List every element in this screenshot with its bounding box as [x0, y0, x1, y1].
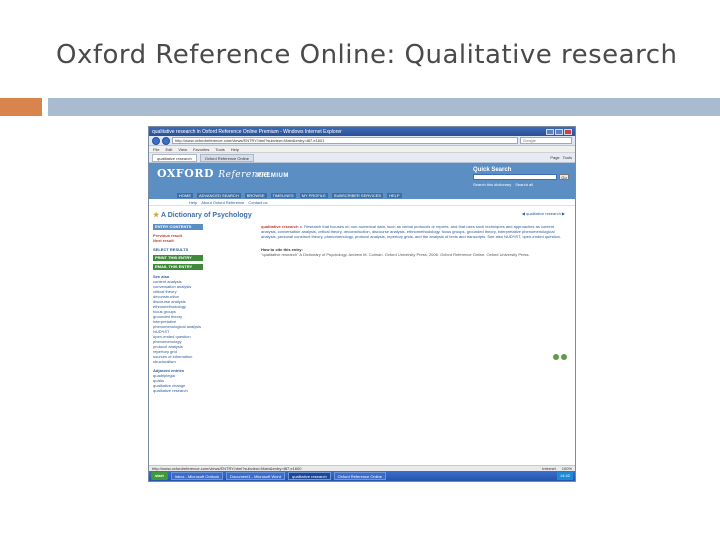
cite-body: "qualitative research" A Dictionary of P…: [261, 252, 530, 257]
entry-main: qualitative research n. Research that fo…: [261, 224, 561, 257]
tab-bar: qualitative research Oxford Reference On…: [149, 153, 575, 163]
edition-label: PREMIUM: [257, 173, 289, 179]
nav-advanced-search[interactable]: ADVANCED SEARCH: [197, 193, 241, 198]
system-clock: 14:42: [556, 472, 573, 480]
subnav-about[interactable]: About Oxford Reference: [201, 200, 244, 205]
address-bar: http://www.oxfordreference.com/views/ENT…: [149, 136, 575, 146]
taskbar-item[interactable]: Oxford Reference Online: [333, 472, 386, 480]
book-title-text: A Dictionary of Psychology: [160, 212, 252, 219]
search-option-dictionary[interactable]: Search this dictionary: [473, 182, 511, 187]
nav-home[interactable]: HOME: [177, 193, 193, 198]
slide-title: Oxford Reference Online: Qualitative res…: [56, 40, 678, 70]
menu-file[interactable]: File: [153, 147, 159, 152]
print-entry-button[interactable]: PRINT THIS ENTRY: [153, 255, 203, 261]
menu-edit[interactable]: Edit: [165, 147, 172, 152]
start-button[interactable]: start: [151, 472, 168, 480]
taskbar-item[interactable]: Inbox - Microsoft Outlook: [170, 472, 224, 480]
menu-favorites[interactable]: Favorites: [193, 147, 209, 152]
next-result-link[interactable]: Next result: [153, 238, 203, 243]
url-field[interactable]: http://www.oxfordreference.com/views/ENT…: [172, 137, 518, 144]
window-titlebar: qualitative research in Oxford Reference…: [149, 127, 575, 136]
tools-menu[interactable]: Tools: [563, 155, 572, 160]
menu-help[interactable]: Help: [231, 147, 239, 152]
search-option-all[interactable]: Search all: [515, 182, 533, 187]
entry-nav-label: qualitative research: [526, 211, 561, 216]
quick-search-input[interactable]: [473, 174, 557, 180]
nav-my-profile[interactable]: MY PROFILE: [299, 193, 328, 198]
forward-button[interactable]: [162, 136, 170, 145]
subnav-contact[interactable]: Contact us: [248, 200, 267, 205]
left-sidebar: ENTRY CONTENTS Previous result Next resu…: [153, 224, 203, 393]
accent-bar-orange: [0, 98, 42, 116]
subnav-help[interactable]: Help: [189, 200, 197, 205]
menu-tools[interactable]: Tools: [215, 147, 224, 152]
accent-bar-blue: [48, 98, 720, 116]
quick-search-label: Quick Search: [473, 167, 512, 173]
command-bar: Page Tools: [550, 155, 572, 160]
book-title: ★ A Dictionary of Psychology: [153, 211, 252, 219]
next-page-icon[interactable]: [561, 354, 567, 360]
entry-navigation[interactable]: ◀ qualitative research ▶: [522, 211, 565, 216]
star-icon: ★: [153, 212, 160, 219]
taskbar: start Inbox - Microsoft Outlook Document…: [149, 471, 575, 481]
nav-help[interactable]: HELP: [387, 193, 402, 198]
taskbar-item[interactable]: Document1 - Microsoft Word: [226, 472, 285, 480]
select-results-heading[interactable]: SELECT RESULTS: [153, 247, 203, 252]
adjacent-entries-list: quadriplegia qualia qualitative change q…: [153, 373, 203, 393]
browser-search-input[interactable]: Google: [520, 137, 572, 144]
close-button[interactable]: [564, 128, 572, 135]
oxford-logo[interactable]: OXFORD Reference: [157, 167, 269, 180]
menu-bar: File Edit View Favorites Tools Help: [149, 146, 575, 153]
site-nav: HOME ADVANCED SEARCH BROWSE TIMELINES MY…: [177, 193, 402, 198]
entry-contents-button[interactable]: ENTRY CONTENTS: [153, 224, 203, 230]
window-title: qualitative research in Oxford Reference…: [152, 128, 342, 135]
prev-page-icon[interactable]: [553, 354, 559, 360]
page-content: ★ A Dictionary of Psychology ◀ qualitati…: [149, 206, 575, 446]
nav-subscriber-services[interactable]: SUBSCRIBER SERVICES: [331, 193, 384, 198]
prev-arrow-icon[interactable]: ◀: [522, 211, 525, 216]
browser-screenshot: qualitative research in Oxford Reference…: [148, 126, 576, 482]
next-arrow-icon[interactable]: ▶: [562, 211, 565, 216]
nav-timelines[interactable]: TIMELINES: [270, 193, 296, 198]
adjacent-entry[interactable]: qualitative research: [153, 388, 203, 393]
see-also-list: content analysis conversation analysis c…: [153, 279, 203, 364]
tab-qualitative-research[interactable]: qualitative research: [152, 153, 197, 162]
taskbar-item[interactable]: qualitative research: [287, 472, 331, 480]
nav-browse[interactable]: BROWSE: [244, 193, 267, 198]
menu-view[interactable]: View: [178, 147, 187, 152]
tab-oxford-reference[interactable]: Oxford Reference Online: [199, 153, 254, 162]
entry-body: n. Research that focuses on non-numerica…: [261, 224, 562, 239]
email-entry-button[interactable]: EMAIL THIS ENTRY: [153, 264, 203, 270]
quick-search: Quick Search Go Search this dictionary S…: [473, 167, 569, 187]
see-also-item[interactable]: structuralism: [153, 359, 203, 364]
page-arrows: [553, 354, 567, 360]
back-button[interactable]: [152, 136, 160, 145]
logo-text: OXFORD: [157, 167, 214, 180]
go-button[interactable]: Go: [559, 174, 569, 180]
site-banner: OXFORD Reference PREMIUM Quick Search Go…: [149, 163, 575, 199]
entry-definition: qualitative research n. Research that fo…: [261, 224, 561, 239]
sub-nav: Help About Oxford Reference Contact us: [149, 199, 575, 206]
page-menu[interactable]: Page: [550, 155, 559, 160]
see-also-item[interactable]: interpretative phenomenological analysis: [153, 319, 203, 329]
maximize-button[interactable]: [555, 128, 563, 135]
window-controls: [546, 128, 572, 135]
minimize-button[interactable]: [546, 128, 554, 135]
